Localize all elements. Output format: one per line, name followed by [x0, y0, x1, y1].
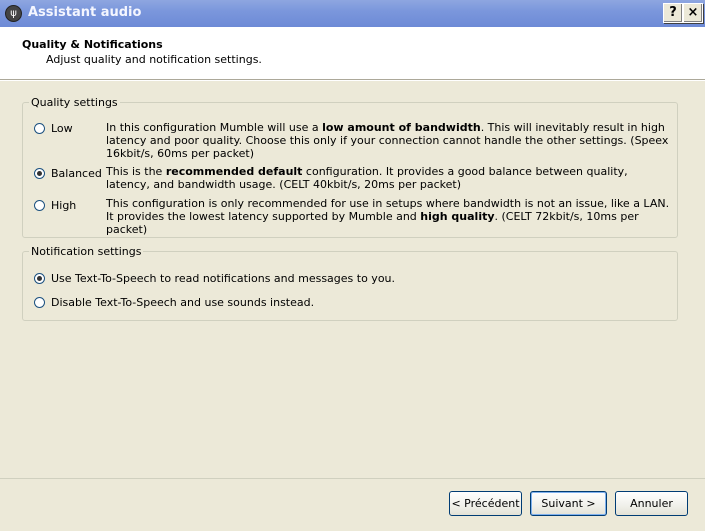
footer-divider	[0, 478, 705, 479]
help-button[interactable]: ?	[663, 3, 683, 23]
quality-balanced-description: This is the recommended default configur…	[106, 165, 671, 191]
page-title: Quality & Notifications	[22, 38, 163, 51]
quality-high-radio[interactable]	[34, 200, 45, 211]
quality-balanced-radio[interactable]	[34, 168, 45, 179]
page-subtitle: Adjust quality and notification settings…	[46, 53, 262, 66]
quality-low-radio[interactable]	[34, 123, 45, 134]
quality-high-label[interactable]: High	[51, 199, 76, 212]
quality-balanced-label[interactable]: Balanced	[51, 167, 102, 180]
window-title: Assistant audio	[28, 5, 142, 20]
tts-disable-radio[interactable]	[34, 297, 45, 308]
mumble-app-icon: ψ	[5, 5, 22, 22]
quality-high-description: This configuration is only recommended f…	[106, 197, 671, 236]
notification-settings-legend: Notification settings	[31, 245, 142, 258]
quality-low-desc-text-1: In this configuration Mumble will use a	[106, 121, 323, 134]
quality-low-label[interactable]: Low	[51, 122, 73, 135]
close-button[interactable]: ×	[683, 3, 703, 23]
previous-button[interactable]: < Précédent	[449, 491, 522, 516]
header-divider	[0, 80, 705, 81]
tts-enable-label[interactable]: Use Text-To-Speech to read notifications…	[51, 272, 395, 285]
tts-disable-label[interactable]: Disable Text-To-Speech and use sounds in…	[51, 296, 314, 309]
quality-balanced-desc-text-1: This is the	[106, 165, 166, 178]
wizard-header: Quality & Notifications Adjust quality a…	[0, 27, 705, 80]
title-bar[interactable]: ψ Assistant audio ? ×	[0, 0, 705, 27]
quality-balanced-desc-bold: recommended default	[165, 165, 303, 178]
quality-low-description: In this configuration Mumble will use a …	[106, 121, 671, 160]
quality-high-desc-bold: high quality	[420, 210, 495, 223]
next-button[interactable]: Suivant >	[530, 491, 607, 516]
cancel-button[interactable]: Annuler	[615, 491, 688, 516]
quality-settings-legend: Quality settings	[31, 96, 118, 109]
quality-low-desc-bold: low amount of bandwidth	[322, 121, 481, 134]
tts-enable-radio[interactable]	[34, 273, 45, 284]
